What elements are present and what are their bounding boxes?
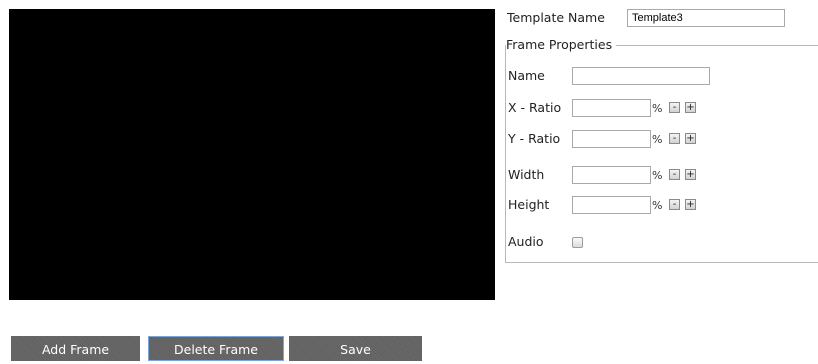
audio-checkbox[interactable] [572, 237, 583, 248]
height-label: Height [508, 197, 550, 212]
height-increment-button[interactable]: + [685, 199, 696, 210]
frame-preview-canvas[interactable] [9, 9, 495, 300]
y-ratio-input[interactable] [572, 130, 651, 148]
width-increment-button[interactable]: + [685, 169, 696, 180]
width-percent: % [652, 169, 663, 182]
x-ratio-decrement-button[interactable]: - [669, 102, 680, 113]
x-ratio-percent: % [652, 102, 663, 115]
width-label: Width [508, 167, 545, 182]
x-ratio-increment-button[interactable]: + [685, 102, 696, 113]
width-row: Width % - + [506, 166, 818, 186]
template-name-label: Template Name [507, 10, 605, 25]
y-ratio-increment-button[interactable]: + [685, 133, 696, 144]
height-input[interactable] [572, 196, 651, 214]
width-decrement-button[interactable]: - [669, 169, 680, 180]
frame-properties-legend: Frame Properties [506, 37, 617, 53]
save-button[interactable]: Save [289, 336, 422, 361]
delete-frame-button[interactable]: Delete Frame [148, 336, 284, 361]
frame-properties-fieldset: Frame Properties Name X - Ratio % - + Y … [505, 37, 818, 263]
audio-label: Audio [508, 234, 544, 249]
x-ratio-label: X - Ratio [508, 100, 562, 115]
frame-name-row: Name [506, 67, 818, 87]
frame-name-label: Name [508, 68, 545, 83]
frame-name-input[interactable] [572, 67, 710, 85]
add-frame-button[interactable]: Add Frame [11, 336, 140, 361]
audio-row: Audio [506, 233, 818, 253]
template-name-input[interactable] [627, 9, 785, 27]
y-ratio-label: Y - Ratio [508, 131, 561, 146]
height-percent: % [652, 199, 663, 212]
height-decrement-button[interactable]: - [669, 199, 680, 210]
y-ratio-row: Y - Ratio % - + [506, 130, 818, 150]
x-ratio-row: X - Ratio % - + [506, 99, 818, 119]
y-ratio-percent: % [652, 133, 663, 146]
x-ratio-input[interactable] [572, 99, 651, 117]
height-row: Height % - + [506, 196, 818, 216]
y-ratio-decrement-button[interactable]: - [669, 133, 680, 144]
width-input[interactable] [572, 166, 651, 184]
